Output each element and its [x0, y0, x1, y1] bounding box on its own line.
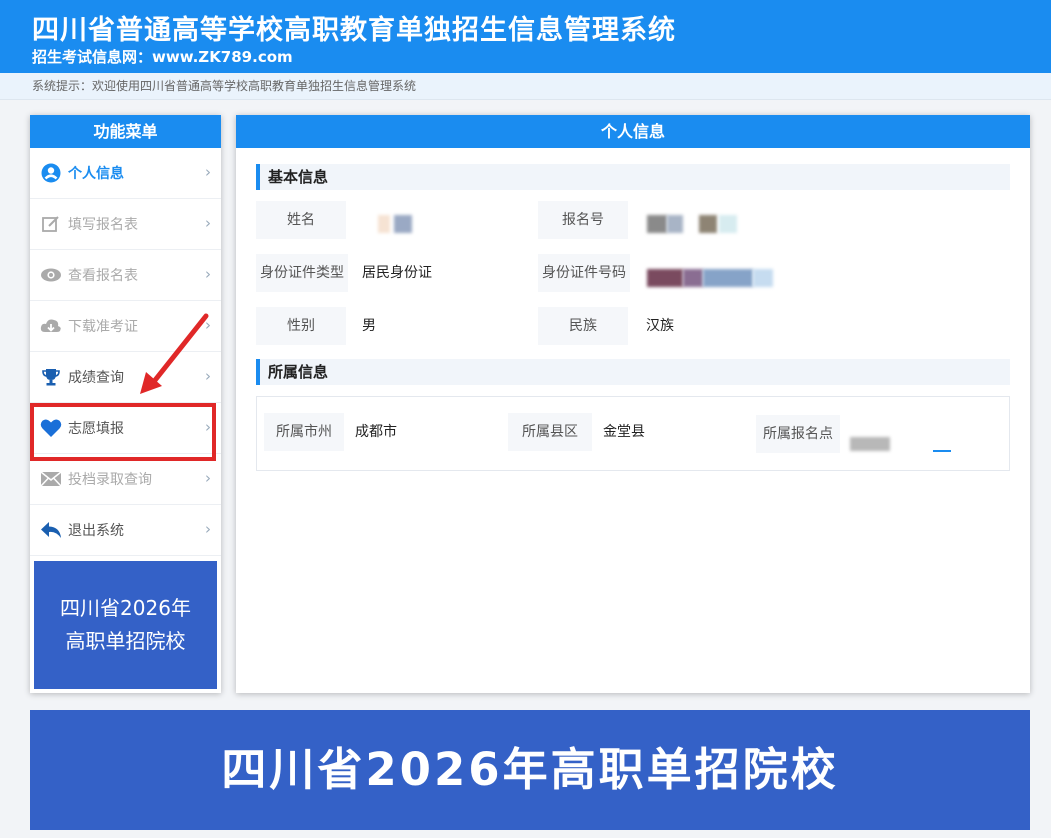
chevron-right-icon: ›	[205, 520, 211, 538]
menu-label: 下载准考证	[68, 319, 138, 335]
menu-item-admission-query[interactable]: 投档录取查询 ›	[30, 454, 221, 505]
menu-item-view-form[interactable]: 查看报名表 ›	[30, 250, 221, 301]
redacted-id-no	[647, 269, 683, 287]
red-arrow-icon	[140, 313, 209, 394]
envelope-icon	[40, 468, 62, 490]
edit-icon	[40, 213, 62, 235]
section-basic-info: 基本信息	[256, 164, 1010, 190]
panel-title: 个人信息	[236, 115, 1030, 148]
redacted-reg-no	[667, 215, 683, 233]
city-value: 成都市	[355, 424, 397, 440]
menu-label: 退出系统	[68, 523, 124, 539]
menu-item-personal-info[interactable]: 个人信息 ›	[30, 148, 221, 199]
system-notice: 系统提示：欢迎使用四川省普通高等学校高职教育单独招生信息管理系统	[0, 73, 1051, 100]
id-type-value: 居民身份证	[362, 265, 432, 281]
county-value: 金堂县	[603, 424, 645, 440]
menu-label: 投档录取查询	[68, 472, 152, 488]
menu-label: 填写报名表	[68, 217, 138, 233]
highlight-box	[30, 403, 216, 461]
menu-label: 查看报名表	[68, 268, 138, 284]
redacted-id-no	[683, 269, 703, 287]
id-no-label: 身份证件号码	[538, 254, 630, 292]
menu-label: 个人信息	[68, 166, 124, 182]
promo-line: 高职单招院校	[65, 629, 186, 653]
reg-no-label: 报名号	[538, 201, 628, 239]
redacted-reg-no	[647, 215, 667, 233]
eye-icon	[40, 264, 62, 286]
promo-line: 四川省2026年	[60, 596, 191, 620]
menu-item-fill-form[interactable]: 填写报名表 ›	[30, 199, 221, 250]
chevron-right-icon: ›	[205, 214, 211, 232]
menu-item-logout[interactable]: 退出系统 ›	[30, 505, 221, 556]
gender-value: 男	[362, 318, 376, 334]
site-underline	[933, 450, 951, 452]
system-title: 四川省普通高等学校高职教育单独招生信息管理系统	[32, 15, 676, 46]
redacted-id-no	[703, 269, 753, 287]
chevron-right-icon: ›	[205, 265, 211, 283]
trophy-icon	[40, 366, 62, 388]
footer-banner: 四川省2026年高职单招院校	[30, 710, 1030, 830]
chevron-right-icon: ›	[205, 469, 211, 487]
personal-info-panel: 个人信息 基本信息 姓名 报名号 身份证件类型 居民身份证 身份证件号码 性别 …	[236, 115, 1030, 693]
site-url[interactable]: 招生考试信息网：www.ZK789.com	[32, 46, 293, 67]
redacted-site	[850, 437, 890, 451]
ethnicity-label: 民族	[538, 307, 628, 345]
redacted-id-no	[753, 269, 773, 287]
city-label: 所属市州	[264, 413, 344, 451]
section-region-info: 所属信息	[256, 359, 1010, 385]
app-header: 四川省普通高等学校高职教育单独招生信息管理系统 招生考试信息网：www.ZK78…	[0, 0, 1051, 73]
cloud-download-icon	[40, 315, 62, 337]
redacted-reg-no	[699, 215, 717, 233]
menu-label: 成绩查询	[68, 370, 124, 386]
redacted-name	[394, 215, 412, 233]
chevron-right-icon: ›	[205, 163, 211, 181]
menu-title: 功能菜单	[30, 115, 221, 148]
redacted-name	[378, 215, 390, 233]
ethnicity-value: 汉族	[646, 318, 674, 334]
county-label: 所属县区	[508, 413, 592, 451]
redacted-reg-no	[719, 215, 737, 233]
user-circle-icon	[40, 162, 62, 184]
name-label: 姓名	[256, 201, 346, 239]
reply-icon	[40, 519, 62, 541]
gender-label: 性别	[256, 307, 346, 345]
id-type-label: 身份证件类型	[256, 254, 348, 292]
site-label: 所属报名点	[756, 415, 840, 453]
promo-box: 四川省2026年 高职单招院校	[34, 561, 217, 689]
